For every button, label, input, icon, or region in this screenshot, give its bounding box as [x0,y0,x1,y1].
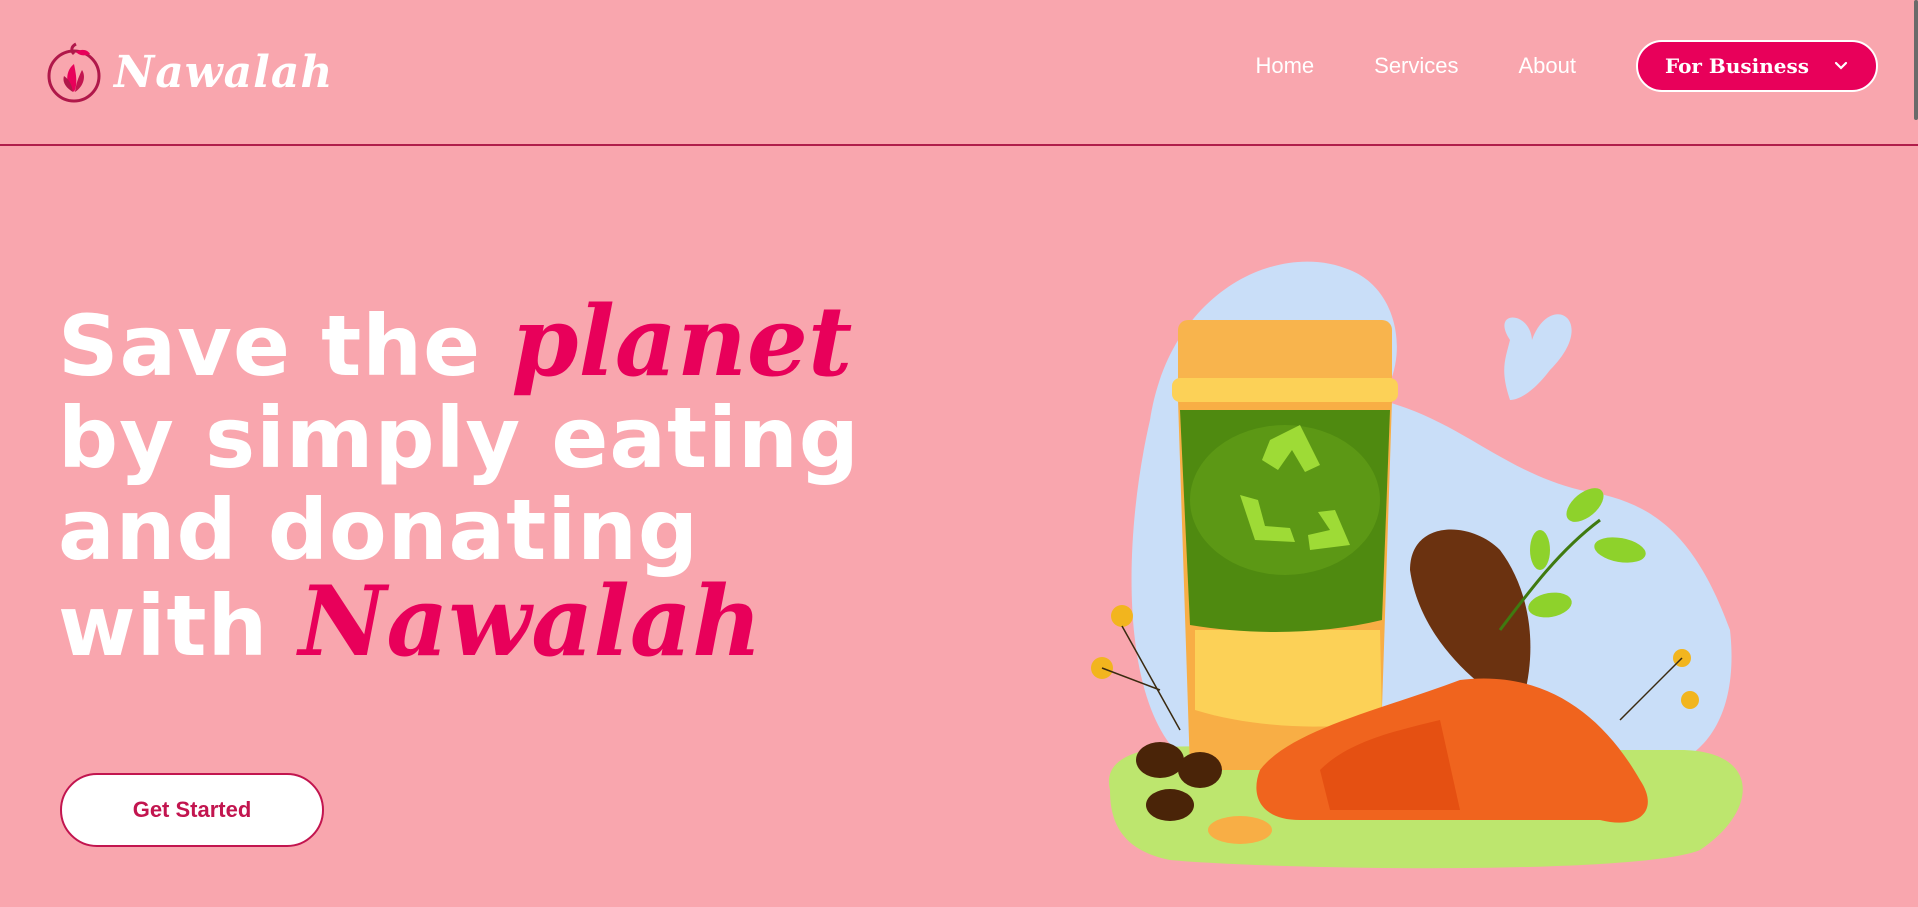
hero-accent-brand: Nawalah [298,565,762,678]
nav-services[interactable]: Services [1374,53,1458,79]
nav-about[interactable]: About [1519,53,1577,79]
main-nav: Home Services About For Business [1255,40,1918,92]
scrollbar[interactable] [1914,0,1918,120]
site-header: Nawalah Home Services About For Business [0,0,1918,146]
chevron-down-icon [1834,61,1848,70]
brand-logo[interactable]: Nawalah [46,40,333,104]
brand-name: Nawalah [114,46,334,98]
get-started-button[interactable]: Get Started [60,773,324,847]
hero-title: Save the planet by simply eating and don… [58,294,878,673]
hero-title-text-1: Save the [58,297,512,395]
for-business-label: For Business [1664,54,1810,78]
hero-accent-planet: planet [511,285,853,398]
logo-icon [47,42,101,103]
illustration-eco-cup [1091,261,1743,869]
nav-home[interactable]: Home [1255,53,1314,79]
for-business-button[interactable]: For Business [1636,40,1878,92]
